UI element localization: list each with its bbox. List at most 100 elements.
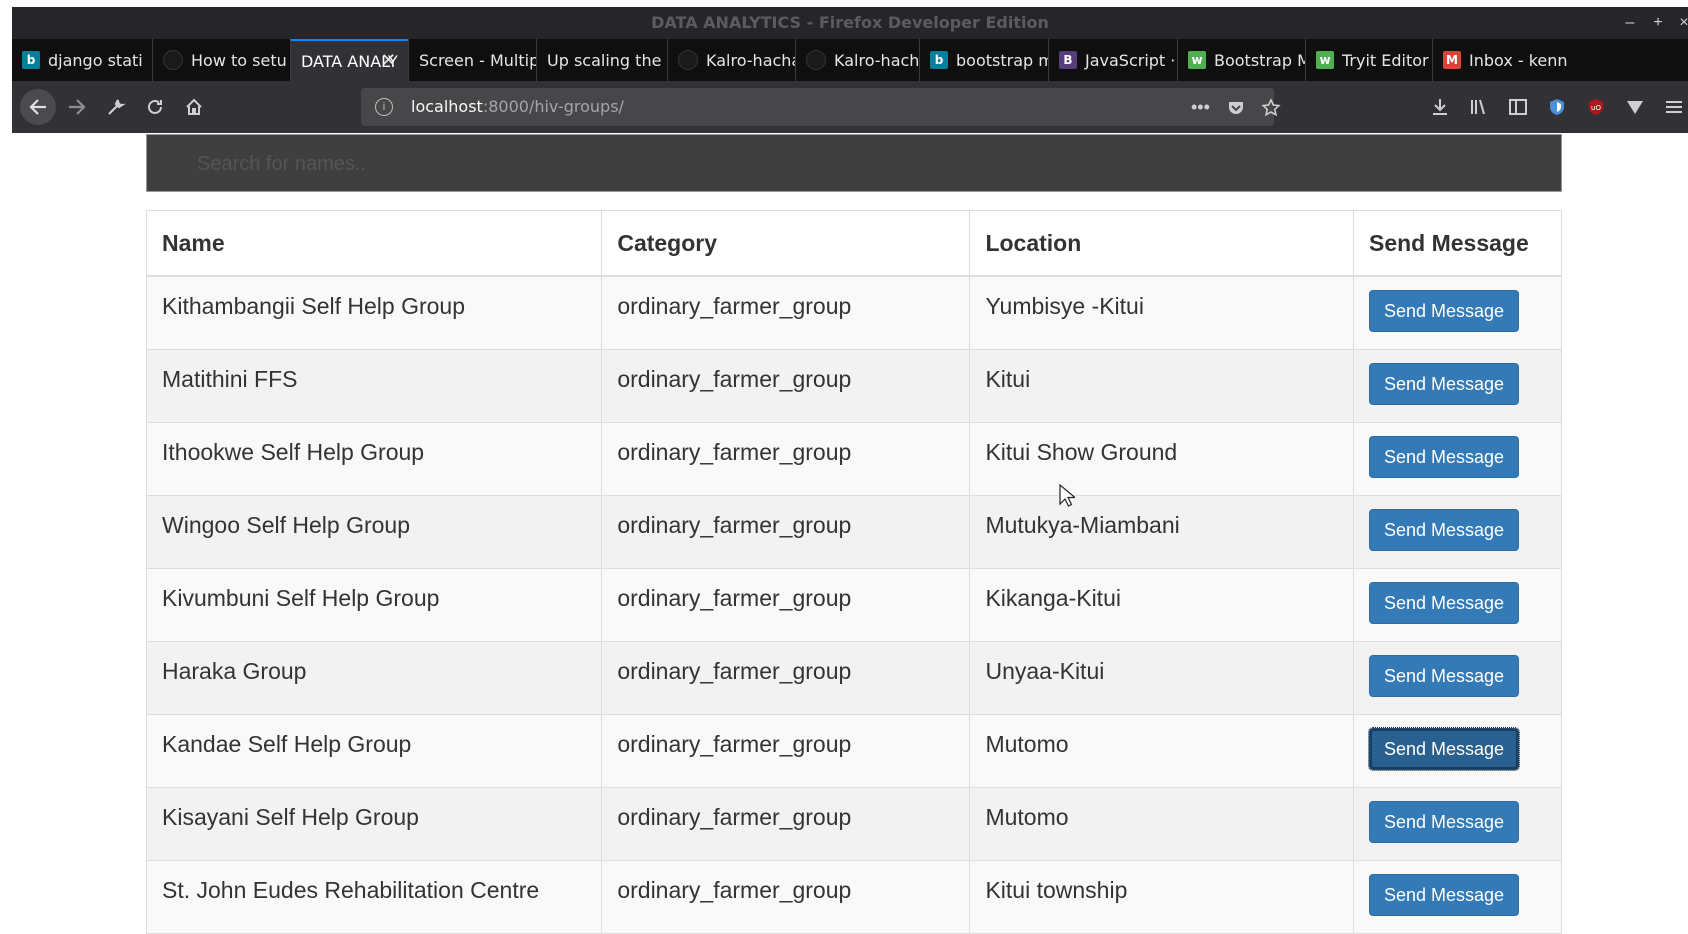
- table-row: Kandae Self Help Group ordinary_farmer_gr…: [145, 713, 1563, 788]
- tab-label: Screen - Multipu: [419, 50, 536, 70]
- cell-category: ordinary_farmer_group: [601, 567, 971, 642]
- cell-location: Mutomo: [969, 786, 1354, 861]
- sidebar-icon[interactable]: [1504, 93, 1532, 121]
- tab-label: Tryit Editor v: [1342, 50, 1432, 70]
- window-title: DATA ANALYTICS - Firefox Developer Editi…: [12, 7, 1688, 39]
- cell-category: ordinary_farmer_group: [601, 640, 971, 715]
- tab-label: How to setu: [191, 50, 287, 70]
- tab-10[interactable]: w Tryit Editor v: [1305, 39, 1432, 81]
- tab-3[interactable]: Screen - Multipu: [408, 39, 536, 81]
- cell-name: Kivumbuni Self Help Group: [145, 567, 603, 642]
- cell-category: ordinary_farmer_group: [601, 421, 971, 496]
- tab-label: Kalro-hachat: [706, 50, 795, 70]
- star-icon[interactable]: [1261, 88, 1281, 126]
- send-message-button[interactable]: Send Message: [1368, 508, 1519, 551]
- more-icon[interactable]: •••: [1191, 88, 1210, 126]
- table-row: Wingoo Self Help Group ordinary_farmer_gr…: [145, 494, 1563, 569]
- back-icon[interactable]: [20, 89, 56, 125]
- close-window-icon[interactable]: ×: [1674, 7, 1688, 39]
- cell-location: Kitui township: [969, 859, 1354, 934]
- tab-0[interactable]: b django stati: [12, 39, 152, 81]
- maximize-icon[interactable]: +: [1648, 7, 1668, 39]
- tab-strip: b django stati How to setu DATA ANALY ✕ Scree…: [12, 39, 1688, 81]
- table-row: Matithini FFS ordinary_farmer_group Kitui S…: [145, 348, 1563, 423]
- cell-name: Matithini FFS: [145, 348, 603, 423]
- minimize-icon[interactable]: –: [1620, 7, 1640, 39]
- shield-icon[interactable]: [1543, 93, 1571, 121]
- reload-icon[interactable]: [137, 89, 173, 125]
- w3schools-icon: w: [1188, 51, 1206, 69]
- table-row: Ithookwe Self Help Group ordinary_farmer_…: [145, 421, 1563, 496]
- page-content: Name Category Location Send Message Kith…: [0, 133, 1688, 934]
- cell-name: St. John Eudes Rehabilitation Centre: [145, 859, 603, 934]
- search-input[interactable]: [195, 145, 1399, 183]
- send-message-button[interactable]: Send Message: [1368, 800, 1519, 843]
- tab-8[interactable]: B JavaScript · E: [1048, 39, 1177, 81]
- cell-category: ordinary_farmer_group: [601, 275, 971, 350]
- cell-category: ordinary_farmer_group: [601, 494, 971, 569]
- cell-send-message: Send Message: [1352, 348, 1563, 423]
- cell-location: Mutukya-Miambani: [969, 494, 1354, 569]
- pocket-icon[interactable]: [1226, 88, 1246, 126]
- cell-name: Kandae Self Help Group: [145, 713, 603, 788]
- cell-name: Haraka Group: [145, 640, 603, 715]
- send-message-button[interactable]: Send Message: [1368, 873, 1519, 916]
- mouse-cursor-icon: [1059, 484, 1075, 507]
- tab-6[interactable]: Kalro-hachat: [795, 39, 919, 81]
- send-message-button[interactable]: Send Message: [1368, 654, 1519, 697]
- wrench-icon[interactable]: [98, 89, 134, 125]
- cell-send-message: Send Message: [1352, 786, 1563, 861]
- header-location: Location: [969, 210, 1354, 277]
- cell-location: Kikanga-Kitui: [969, 567, 1354, 642]
- groups-table: Name Category Location Send Message Kith…: [145, 210, 1563, 934]
- github-icon: [163, 50, 183, 70]
- send-message-button[interactable]: Send Message: [1368, 290, 1519, 332]
- send-message-button[interactable]: Send Message: [1368, 581, 1519, 624]
- table-row: St. John Eudes Rehabilitation Centre ordi…: [145, 859, 1563, 934]
- cell-send-message: Send Message: [1352, 275, 1563, 350]
- cell-send-message: Send Message: [1352, 421, 1563, 496]
- search-bar: [146, 134, 1562, 192]
- vimium-icon[interactable]: [1621, 93, 1649, 121]
- cell-category: ordinary_farmer_group: [601, 348, 971, 423]
- tab-4[interactable]: Up scaling the g: [536, 39, 667, 81]
- cell-location: Mutomo: [969, 713, 1354, 788]
- site-info-icon[interactable]: i: [375, 98, 393, 116]
- bing-icon: b: [930, 51, 948, 69]
- github-icon: [806, 50, 826, 70]
- ublock-icon[interactable]: uO: [1582, 93, 1610, 121]
- send-message-button[interactable]: Send Message: [1368, 362, 1519, 405]
- menu-icon[interactable]: [1660, 93, 1688, 121]
- tab-1[interactable]: How to setu: [152, 39, 290, 81]
- send-message-button[interactable]: Send Message: [1367, 726, 1520, 771]
- navigation-toolbar: i localhost:8000/hiv-groups/ ••• uO: [12, 81, 1688, 133]
- tab-5[interactable]: Kalro-hachat: [667, 39, 795, 81]
- cell-location: Kitui: [969, 348, 1354, 423]
- gmail-icon: M: [1443, 51, 1461, 69]
- tab-11[interactable]: M Inbox - kenn: [1432, 39, 1572, 81]
- cell-name: Kithambangii Self Help Group: [145, 275, 603, 350]
- cell-send-message: Send Message: [1352, 640, 1563, 715]
- svg-text:uO: uO: [1591, 104, 1601, 112]
- url-host: localhost: [411, 97, 483, 116]
- home-icon[interactable]: [176, 89, 212, 125]
- send-message-button[interactable]: Send Message: [1368, 435, 1519, 478]
- tab-label: bootstrap m: [956, 50, 1048, 70]
- cell-category: ordinary_farmer_group: [601, 859, 971, 934]
- close-tab-icon[interactable]: ✕: [381, 50, 396, 71]
- url-bar[interactable]: i localhost:8000/hiv-groups/ •••: [361, 88, 1281, 126]
- tab-9[interactable]: w Bootstrap M: [1177, 39, 1305, 81]
- w3schools-icon: w: [1316, 51, 1334, 69]
- library-icon[interactable]: [1465, 93, 1493, 121]
- cell-location: Unyaa-Kitui: [969, 640, 1354, 715]
- tab-label: JavaScript · E: [1085, 50, 1177, 70]
- cell-name: Kisayani Self Help Group: [145, 786, 603, 861]
- table-row: Haraka Group ordinary_farmer_group Unyaa-K…: [145, 640, 1563, 715]
- table-header-row: Name Category Location Send Message: [145, 210, 1563, 277]
- forward-icon[interactable]: [59, 89, 95, 125]
- table-row: Kisayani Self Help Group ordinary_farmer_…: [145, 786, 1563, 861]
- url-text[interactable]: localhost:8000/hiv-groups/: [411, 88, 624, 126]
- download-icon[interactable]: [1426, 93, 1454, 121]
- tab-2[interactable]: DATA ANALY ✕: [290, 39, 408, 81]
- tab-7[interactable]: b bootstrap m: [919, 39, 1048, 81]
